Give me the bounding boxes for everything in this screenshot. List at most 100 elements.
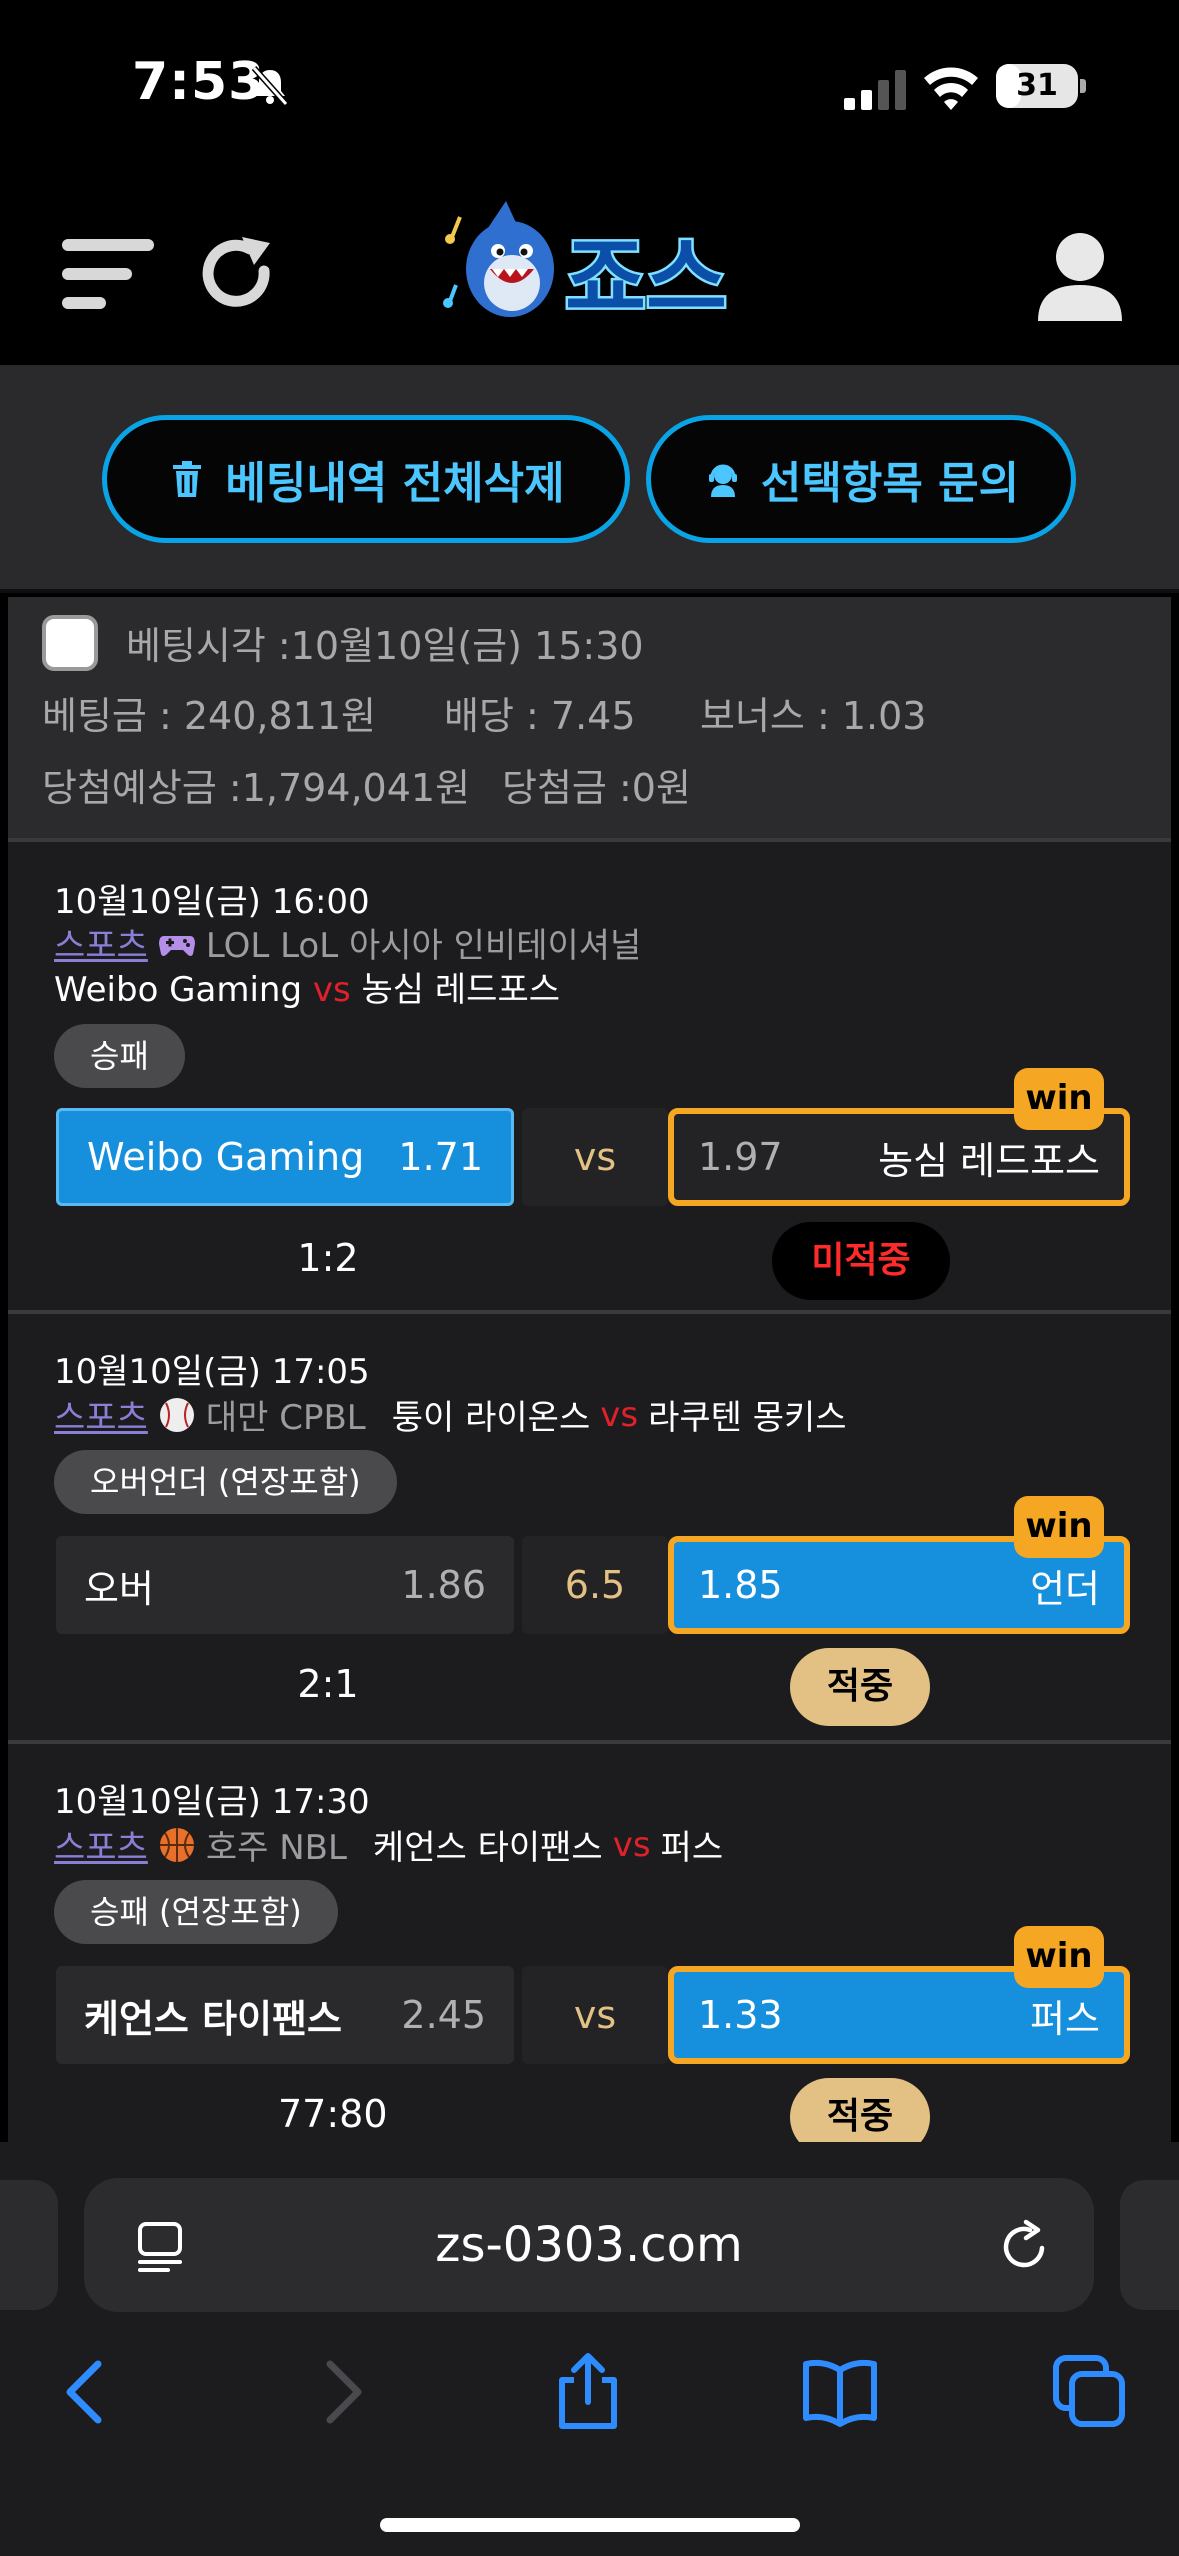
action-bar: 베팅내역 전체삭제 선택항목 문의 (0, 365, 1179, 593)
share-icon[interactable] (548, 2352, 628, 2432)
bet-time-label: 베팅시각 : (126, 624, 291, 668)
match-card: 10월10일(금) 17:30 스포츠 호주 NBL 케언스 타이팬스 vs 퍼… (8, 1740, 1171, 2156)
stake-value: 240,811원 (183, 694, 376, 738)
pick-middle: vs (522, 1966, 668, 2064)
away-team: 농심 레드포스 (361, 970, 561, 1010)
sport-link[interactable]: 스포츠 (54, 918, 148, 967)
match-time: 10월10일(금) 17:05 (54, 1352, 370, 1392)
headset-icon (708, 464, 737, 497)
pick-home[interactable]: 케언스 타이팬스 2.45 (56, 1966, 514, 2064)
pick-away-odd: 1.33 (698, 1993, 783, 2037)
match-league-row: 스포츠 대만 CPBL 퉁이 라이온스 vs 라쿠텐 몽키스 (54, 1390, 847, 1439)
pick-home-odd: 2.45 (401, 1993, 486, 2037)
teams-line: Weibo Gaming vs 농심 레드포스 (54, 962, 560, 1011)
battery-indicator: 31 (996, 64, 1078, 108)
bookmarks-icon[interactable] (800, 2352, 880, 2432)
back-icon[interactable] (48, 2352, 128, 2432)
browser-toolbar: zs-0303.com (0, 2142, 1179, 2556)
pick-under-odd: 1.85 (698, 1563, 783, 1607)
win-badge: win (1014, 1926, 1104, 1988)
pick-over[interactable]: 오버 1.86 (56, 1536, 514, 1634)
previous-tab-peek[interactable] (0, 2180, 58, 2310)
refresh-icon[interactable] (198, 231, 278, 321)
vs-label: vs (612, 1824, 651, 1865)
tabs-icon[interactable] (1050, 2352, 1130, 2432)
battery-percent: 31 (1016, 68, 1058, 103)
bonus-row: 보너스 : 1.03 (700, 685, 926, 740)
wifi-icon (924, 67, 978, 110)
delete-all-bets-button[interactable]: 베팅내역 전체삭제 (102, 415, 630, 543)
pick-home[interactable]: Weibo Gaming 1.71 (56, 1108, 514, 1206)
inquiry-label: 선택항목 문의 (760, 458, 1020, 509)
home-team: 퉁이 라이온스 (391, 1398, 591, 1438)
stake-label: 베팅금 : (42, 694, 172, 738)
match-score: 77:80 (278, 2092, 388, 2136)
next-tab-peek[interactable] (1120, 2180, 1179, 2310)
match-score: 1:2 (297, 1236, 359, 1280)
stake-row: 베팅금 : 240,811원 (42, 685, 376, 740)
market-pill: 승패 (연장포함) (54, 1880, 338, 1944)
result-badge: 미적중 (772, 1222, 950, 1300)
bell-muted-icon (251, 66, 289, 106)
pick-away-odd: 1.97 (698, 1135, 783, 1179)
league-name: 대만 CPBL (205, 1398, 366, 1438)
home-team: 케언스 타이팬스 (372, 1828, 603, 1868)
result-badge: 적중 (790, 1648, 930, 1726)
expected-label: 당첨예상금 : (42, 766, 242, 810)
home-team: Weibo Gaming (54, 970, 303, 1010)
bonus-label: 보너스 : (700, 694, 830, 738)
bet-select-checkbox[interactable] (42, 615, 98, 671)
market-pill: 승패 (54, 1024, 185, 1088)
bet-time-value: 10월10일(금) 15:30 (290, 624, 644, 668)
match-time: 10월10일(금) 16:00 (54, 882, 370, 922)
home-indicator (380, 2518, 800, 2532)
pick-home-label: 케언스 타이팬스 (84, 1996, 342, 2041)
match-league-row: 스포츠 LOL LoL 아시아 인비테이셔널 (54, 918, 641, 967)
baseball-icon (159, 1397, 194, 1432)
battery-tip (1080, 79, 1086, 93)
user-icon[interactable] (1032, 229, 1128, 325)
match-card: 10월10일(금) 16:00 스포츠 LOL LoL 아시아 인비테이셔널 W… (8, 838, 1171, 1314)
win-badge: win (1014, 1496, 1104, 1558)
odds-row: 배당 : 7.45 (444, 685, 636, 740)
bonus-value: 1.03 (841, 694, 927, 738)
basketball-icon (159, 1827, 194, 1862)
win-amount-label: 당첨금 : (502, 766, 632, 810)
win-amount-row: 당첨금 :0원 (502, 757, 691, 812)
address-bar[interactable]: zs-0303.com (84, 2178, 1094, 2312)
delete-all-label: 베팅내역 전체삭제 (225, 458, 565, 509)
pick-over-label: 오버 (84, 1566, 154, 1611)
expected-value: 1,794,041원 (241, 766, 471, 810)
league-name: LOL LoL 아시아 인비테이셔널 (205, 926, 642, 966)
app-header: 죠스 (0, 175, 1179, 365)
pick-middle: vs (522, 1108, 668, 1206)
vs-label: vs (312, 970, 351, 1010)
away-team: 라쿠텐 몽키스 (648, 1398, 847, 1438)
menu-icon[interactable] (62, 235, 158, 315)
pick-away-label: 퍼스 (1030, 1996, 1100, 2041)
win-amount-value: 0원 (631, 766, 691, 810)
sport-link[interactable]: 스포츠 (54, 1820, 148, 1869)
pick-over-odd: 1.86 (401, 1563, 486, 1607)
away-team: 퍼스 (660, 1828, 724, 1868)
pick-home-odd: 1.71 (398, 1135, 483, 1179)
trash-icon (173, 461, 202, 497)
gamepad-icon (158, 935, 195, 956)
pick-home-label: Weibo Gaming (87, 1135, 365, 1179)
pick-under-label: 언더 (1030, 1566, 1100, 1611)
sport-link[interactable]: 스포츠 (54, 1390, 148, 1439)
url-text: zs-0303.com (435, 2217, 743, 2273)
match-card: 10월10일(금) 17:05 스포츠 대만 CPBL 퉁이 라이온스 vs 라… (8, 1310, 1171, 1740)
handicap-line: 6.5 (522, 1536, 668, 1634)
odds-value: 7.45 (550, 694, 636, 738)
vs-label: vs (600, 1394, 639, 1435)
forward-icon[interactable] (300, 2352, 380, 2432)
win-badge: win (1014, 1068, 1104, 1130)
logo-text: 죠스 (565, 227, 727, 330)
reload-icon[interactable] (996, 2218, 1052, 2274)
bet-time-row: 베팅시각 :10월10일(금) 15:30 (126, 615, 644, 670)
inquiry-selected-button[interactable]: 선택항목 문의 (646, 415, 1076, 543)
logo[interactable]: 죠스 (432, 197, 752, 347)
status-bar: 7:53 31 (0, 0, 1179, 175)
match-league-row: 스포츠 호주 NBL 케언스 타이팬스 vs 퍼스 (54, 1820, 723, 1869)
